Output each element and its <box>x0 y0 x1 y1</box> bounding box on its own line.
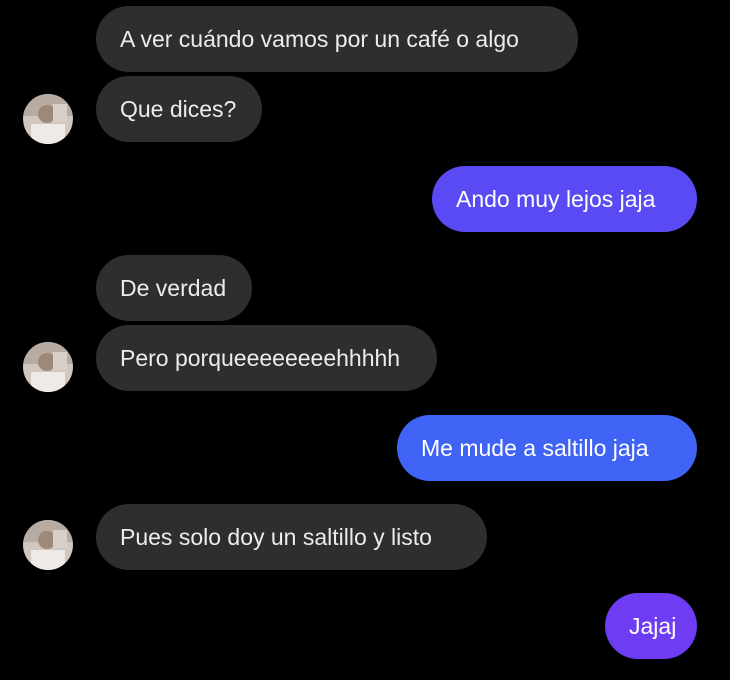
message-text: De verdad <box>120 275 227 301</box>
message-text: Ando muy lejos jaja <box>456 186 656 212</box>
contact-avatar[interactable] <box>23 94 73 144</box>
contact-avatar[interactable] <box>23 520 73 570</box>
message-text: Pero porqueeeeeeeehhhhh <box>120 345 401 371</box>
incoming-message-bubble[interactable]: Pero porqueeeeeeeehhhhh <box>96 325 437 391</box>
message-text: A ver cuándo vamos por un café o algo <box>120 26 519 52</box>
message-text: Pues solo doy un saltillo y listo <box>120 524 432 550</box>
contact-avatar[interactable] <box>23 342 73 392</box>
incoming-message-bubble[interactable]: A ver cuándo vamos por un café o algo <box>96 6 578 72</box>
message-text: Que dices? <box>120 96 237 122</box>
contact-avatar-image <box>23 342 73 392</box>
contact-avatar-image <box>23 520 73 570</box>
message-text: Jajaj <box>629 613 677 639</box>
message-text: Me mude a saltillo jaja <box>421 435 649 461</box>
outgoing-message-bubble[interactable]: Me mude a saltillo jaja <box>397 415 697 481</box>
outgoing-message-bubble[interactable]: Jajaj <box>605 593 697 659</box>
incoming-message-bubble[interactable]: De verdad <box>96 255 252 321</box>
contact-avatar-image <box>23 94 73 144</box>
chat-thread: A ver cuándo vamos por un café o algo Qu… <box>0 0 730 680</box>
outgoing-message-bubble[interactable]: Ando muy lejos jaja <box>432 166 697 232</box>
incoming-message-bubble[interactable]: Que dices? <box>96 76 262 142</box>
incoming-message-bubble[interactable]: Pues solo doy un saltillo y listo <box>96 504 487 570</box>
